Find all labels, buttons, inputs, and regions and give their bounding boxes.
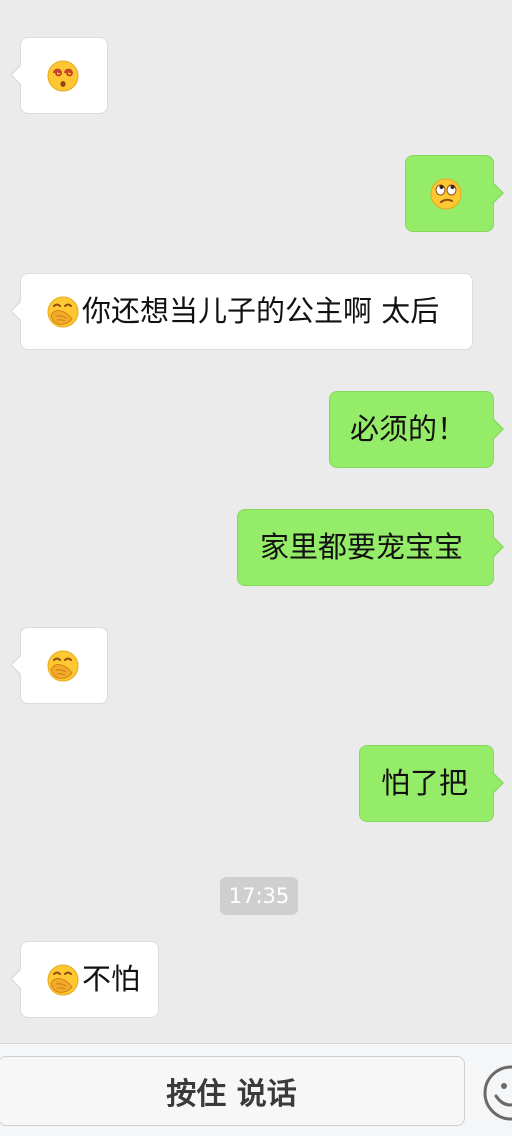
message-text: 必须的！: [350, 412, 467, 446]
rolling-eyes-face-icon: [429, 177, 463, 211]
outgoing-message-bubble[interactable]: 必须的！: [329, 391, 504, 468]
outgoing-message-bubble[interactable]: 家里都要宠宝宝: [237, 509, 504, 586]
incoming-message-bubble[interactable]: [10, 627, 108, 704]
message-text: 怕了把: [381, 766, 469, 800]
incoming-message-bubble[interactable]: 你还想当儿子的公主啊 太后: [10, 273, 473, 350]
chat-area: 你还想当儿子的公主啊 太后 必须的！ 家里都要宠宝宝 怕了把 17:35 不怕: [0, 0, 512, 1043]
facepalm-face-icon: [46, 295, 80, 329]
smiley-face-icon[interactable]: [482, 1064, 512, 1122]
outgoing-message-bubble[interactable]: [405, 155, 504, 232]
hold-to-talk-button[interactable]: 按住 说话: [0, 1056, 465, 1126]
outgoing-message-bubble[interactable]: 怕了把: [359, 745, 504, 822]
input-bar: 按住 说话: [0, 1043, 512, 1136]
timestamp: 17:35: [220, 877, 298, 915]
incoming-message-bubble[interactable]: 不怕: [10, 941, 159, 1018]
message-text: 家里都要宠宝宝: [260, 530, 464, 564]
facepalm-face-icon: [46, 963, 80, 997]
message-text: 不怕: [82, 962, 141, 996]
dizzy-face-icon: [46, 59, 80, 93]
facepalm-face-icon: [46, 649, 80, 683]
incoming-message-bubble[interactable]: [10, 37, 108, 114]
message-text: 你还想当儿子的公主啊 太后: [82, 294, 440, 328]
